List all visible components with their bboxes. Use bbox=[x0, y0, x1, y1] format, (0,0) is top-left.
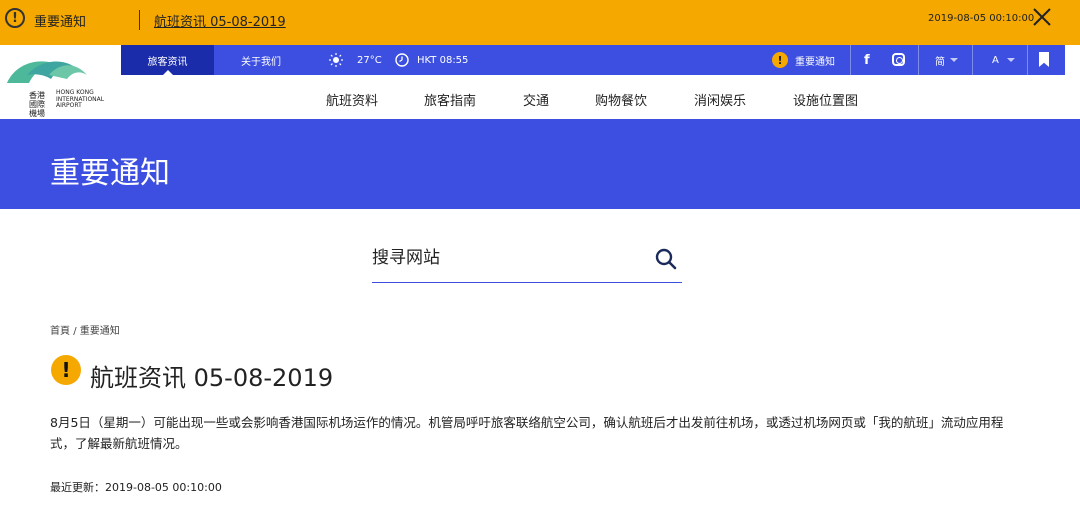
logo-name-en: HONG KONG INTERNATIONAL AIRPORT bbox=[56, 89, 105, 109]
article-title: 航班资讯 05-08-2019 bbox=[90, 364, 334, 392]
breadcrumb-home[interactable]: 首頁 bbox=[50, 326, 70, 337]
hkt-time: HKT 08:55 bbox=[417, 54, 469, 66]
page-title: 重要通知 bbox=[50, 156, 170, 191]
language-select[interactable]: 简 bbox=[935, 45, 945, 75]
search-input[interactable] bbox=[372, 244, 642, 272]
article-body: 8月5日（星期一）可能出现一些或会影响香港国际机场运作的情况。机管局呼吁旅客联络… bbox=[50, 415, 1004, 451]
clock-icon bbox=[395, 53, 409, 67]
notice-warning-icon[interactable]: ! bbox=[772, 52, 788, 68]
util-divider bbox=[972, 45, 973, 75]
bookmark-icon[interactable] bbox=[1039, 52, 1049, 67]
tab-about-us[interactable]: 关于我们 bbox=[221, 45, 301, 75]
sun-icon bbox=[329, 53, 343, 67]
close-icon[interactable] bbox=[1031, 6, 1053, 28]
alert-divider bbox=[139, 10, 140, 30]
instagram-icon[interactable] bbox=[892, 53, 905, 66]
alert-time: 2019-08-05 00:10:00 bbox=[928, 13, 1035, 24]
font-size-select[interactable]: A bbox=[992, 45, 999, 75]
nav-leisure[interactable]: 消闲娱乐 bbox=[694, 90, 746, 109]
nav-facility-map[interactable]: 设施位置图 bbox=[793, 90, 858, 109]
chevron-down-icon bbox=[1007, 58, 1015, 66]
updated-label: 最近更新： bbox=[50, 481, 105, 494]
util-divider bbox=[918, 45, 919, 75]
nav-shop-dine[interactable]: 购物餐饮 bbox=[595, 90, 647, 109]
alert-link[interactable]: 航班资讯 05-08-2019 bbox=[154, 11, 286, 30]
nav-passenger-guide[interactable]: 旅客指南 bbox=[424, 90, 476, 109]
breadcrumb-current: 重要通知 bbox=[79, 326, 120, 337]
logo-name-zh: 香港國際機場 bbox=[29, 91, 45, 118]
breadcrumb: 首頁 / 重要通知 bbox=[50, 322, 120, 337]
util-divider bbox=[850, 45, 851, 75]
alert-warning-icon: ! bbox=[5, 8, 25, 28]
alert-title: 重要通知 bbox=[34, 15, 87, 30]
search-box bbox=[372, 240, 682, 283]
utility-bar: 旅客资讯 关于我们 27°C HKT 08:55 ! 重要通知 f 简 A bbox=[121, 45, 1065, 75]
notice-link[interactable]: 重要通知 bbox=[795, 45, 835, 75]
nav-flight-info[interactable]: 航班资料 bbox=[326, 90, 378, 109]
temperature: 27°C bbox=[357, 54, 382, 66]
chevron-down-icon bbox=[950, 58, 958, 66]
last-updated: 最近更新：2019-08-05 00:10:00 bbox=[50, 479, 222, 495]
tab-passenger-info[interactable]: 旅客资讯 bbox=[121, 45, 214, 75]
breadcrumb-separator: / bbox=[73, 326, 77, 337]
warning-icon: ! bbox=[51, 355, 81, 385]
alert-bar: ! 重要通知 航班资讯 05-08-2019 2019-08-05 00:10:… bbox=[0, 0, 1080, 45]
facebook-icon[interactable]: f bbox=[864, 53, 870, 68]
search-icon[interactable] bbox=[655, 248, 677, 270]
nav-transport[interactable]: 交通 bbox=[523, 90, 549, 109]
util-divider bbox=[1027, 45, 1028, 75]
updated-time: 2019-08-05 00:10:00 bbox=[105, 481, 222, 494]
